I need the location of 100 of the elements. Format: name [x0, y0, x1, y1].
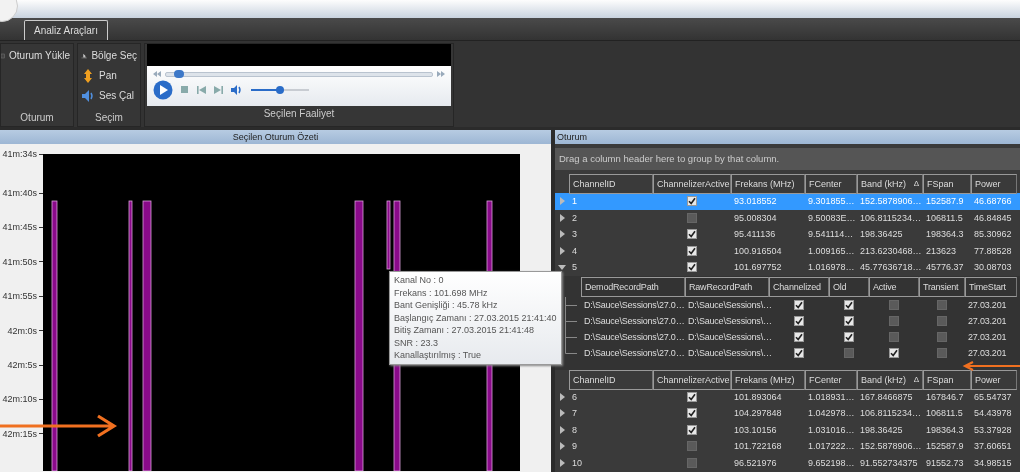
column-header[interactable]: Band (kHz) Δ	[857, 174, 923, 194]
expand-icon[interactable]	[558, 213, 566, 222]
unchecked-checkbox[interactable]	[937, 299, 947, 310]
column-header[interactable]: TimeStart	[965, 276, 1017, 297]
ribbon-button[interactable]: Oturum Yükle	[1, 46, 73, 65]
column-header[interactable]: Power	[971, 174, 1017, 194]
unchecked-checkbox[interactable]	[687, 441, 697, 452]
unchecked-checkbox[interactable]	[687, 212, 697, 223]
checked-checkbox[interactable]	[794, 331, 804, 342]
ribbon-button[interactable]: Ses Çal	[78, 86, 140, 105]
seek-thumb[interactable]	[173, 69, 184, 78]
volume-thumb[interactable]	[276, 86, 284, 94]
collapse-icon[interactable]	[558, 263, 566, 272]
column-header[interactable]: Transient	[919, 276, 965, 297]
table-cell-text: 106.8115234…	[859, 408, 922, 419]
column-header[interactable]: FSpan	[923, 369, 971, 390]
checked-checkbox[interactable]	[687, 424, 697, 435]
column-header[interactable]: DemodRecordPath	[581, 276, 685, 297]
unchecked-checkbox[interactable]	[889, 331, 899, 342]
checked-checkbox[interactable]	[687, 229, 697, 240]
expand-icon[interactable]	[558, 409, 566, 418]
checked-checkbox[interactable]	[687, 262, 697, 273]
unchecked-checkbox[interactable]	[687, 457, 697, 468]
checked-checkbox[interactable]	[844, 299, 854, 310]
expand-icon[interactable]	[558, 442, 566, 451]
tooltip-line: SNR : 23.3	[394, 336, 440, 349]
column-header[interactable]: FCenter	[805, 369, 857, 390]
axis-label: 42m:15s	[2, 428, 37, 439]
table-row[interactable]: 5 101.697752 1.016978… 45.77636718… 45776.37 30.08703	[555, 259, 1020, 276]
column-header[interactable]: Frekans (MHz)	[731, 369, 805, 390]
column-header[interactable]: Frekans (MHz)	[731, 174, 805, 194]
expand-icon[interactable]	[558, 230, 566, 239]
table-row[interactable]: 2 95.008304 9.50083E… 106.8115234… 106811.5 46.84845	[555, 209, 1020, 226]
column-header[interactable]: RawRecordPath	[685, 276, 769, 297]
ribbon-button[interactable]: Bölge Seç	[78, 46, 140, 65]
column-header[interactable]: Channelized	[769, 276, 829, 297]
axis-label: 42m:0s	[7, 325, 37, 336]
unchecked-checkbox[interactable]	[844, 347, 854, 358]
checked-checkbox[interactable]	[687, 391, 697, 402]
checked-checkbox[interactable]	[794, 315, 804, 326]
column-header[interactable]: Old	[829, 276, 869, 297]
checked-checkbox[interactable]	[687, 408, 697, 419]
checked-checkbox[interactable]	[844, 331, 854, 342]
checked-checkbox[interactable]	[889, 347, 899, 358]
play-button[interactable]	[153, 80, 173, 100]
table-row[interactable]: 10 96.521976 9.652198… 91.552734375 91552.73 34.98515	[555, 454, 1020, 471]
table-cell-text: 213623	[925, 245, 958, 256]
table-cell-text: 152587.9	[925, 441, 965, 452]
table-row[interactable]: 8 103.10156 1.031016… 198.36425 198364.3 53.37928	[555, 421, 1020, 438]
unchecked-checkbox[interactable]	[889, 299, 899, 310]
table-cell-text: 5	[571, 262, 578, 273]
checked-checkbox[interactable]	[794, 347, 804, 358]
column-header[interactable]: ChannelID	[569, 369, 653, 390]
volume-icon[interactable]	[231, 85, 243, 95]
table-cell-text: 8	[571, 424, 578, 435]
table-row[interactable]: 9 101.722168 1.017222… 152.5878906… 152587.9 37.60651	[555, 438, 1020, 455]
table-cell-text: D:\Sauce\Sessions\…	[687, 331, 769, 342]
seek-slider[interactable]	[165, 71, 433, 77]
table-row[interactable]: 3 95.411136 9.541114… 198.36425 198364.3 85.30962	[555, 226, 1020, 243]
column-header[interactable]: Band (kHz) Δ	[857, 369, 923, 390]
axis-label: 41m:50s	[2, 256, 37, 267]
expand-icon[interactable]	[558, 246, 566, 255]
table-cell-text: 27.03.201	[967, 347, 1008, 358]
column-header[interactable]: ChannelizerActive	[653, 369, 731, 390]
table-row[interactable]: 6 101.893064 1.018931… 167.8466875 167846.7 65.54737	[555, 388, 1020, 405]
column-header[interactable]: FSpan	[923, 174, 971, 194]
column-header[interactable]: Power	[971, 369, 1017, 390]
table-cell-text: 6	[571, 391, 578, 402]
unchecked-checkbox[interactable]	[889, 315, 899, 326]
checked-checkbox[interactable]	[844, 315, 854, 326]
ribbon-tab[interactable]: Analiz Araçları	[24, 20, 108, 40]
column-header[interactable]: ChannelizerActive	[653, 174, 731, 194]
table-cell-text: 198.36425	[859, 424, 904, 435]
expand-icon[interactable]	[558, 458, 566, 467]
table-cell-text: 95.008304	[733, 212, 778, 223]
unchecked-checkbox[interactable]	[937, 331, 947, 342]
table-cell-text: 27.03.201	[967, 299, 1008, 310]
speaker-icon	[81, 88, 95, 103]
table-cell-text: 1.042978…	[807, 408, 856, 419]
unchecked-checkbox[interactable]	[937, 315, 947, 326]
expand-icon[interactable]	[558, 392, 566, 401]
table-cell-text: 9.50083E…	[807, 212, 857, 223]
table-row[interactable]: 4 100.916504 1.009165… 213.6230468… 213623 77.88528	[555, 242, 1020, 259]
unchecked-checkbox[interactable]	[937, 347, 947, 358]
checked-checkbox[interactable]	[687, 245, 697, 256]
column-header[interactable]: Active	[869, 276, 919, 297]
expand-icon[interactable]	[558, 425, 566, 434]
tooltip-line: Bitiş Zamanı : 27.03.2015 21:41:48	[394, 324, 536, 337]
column-header[interactable]: FCenter	[805, 174, 857, 194]
table-row[interactable]: 7 104.297848 1.042978… 106.8115234… 106811.5 54.43978	[555, 405, 1020, 422]
checked-checkbox[interactable]	[794, 299, 804, 310]
table-cell-text: 30.08703	[973, 262, 1013, 273]
checked-checkbox[interactable]	[687, 196, 697, 207]
arrow-icon	[962, 361, 1020, 371]
table-cell-text: 46.68766	[973, 196, 1013, 207]
ribbon-button[interactable]: Pan	[78, 66, 140, 85]
tooltip-line: Kanallaştırılmış : True	[394, 349, 483, 362]
table-cell-text: 101.722168	[733, 441, 783, 452]
table-cell-text: 27.03.201	[967, 331, 1008, 342]
column-header[interactable]: ChannelID	[569, 174, 653, 194]
